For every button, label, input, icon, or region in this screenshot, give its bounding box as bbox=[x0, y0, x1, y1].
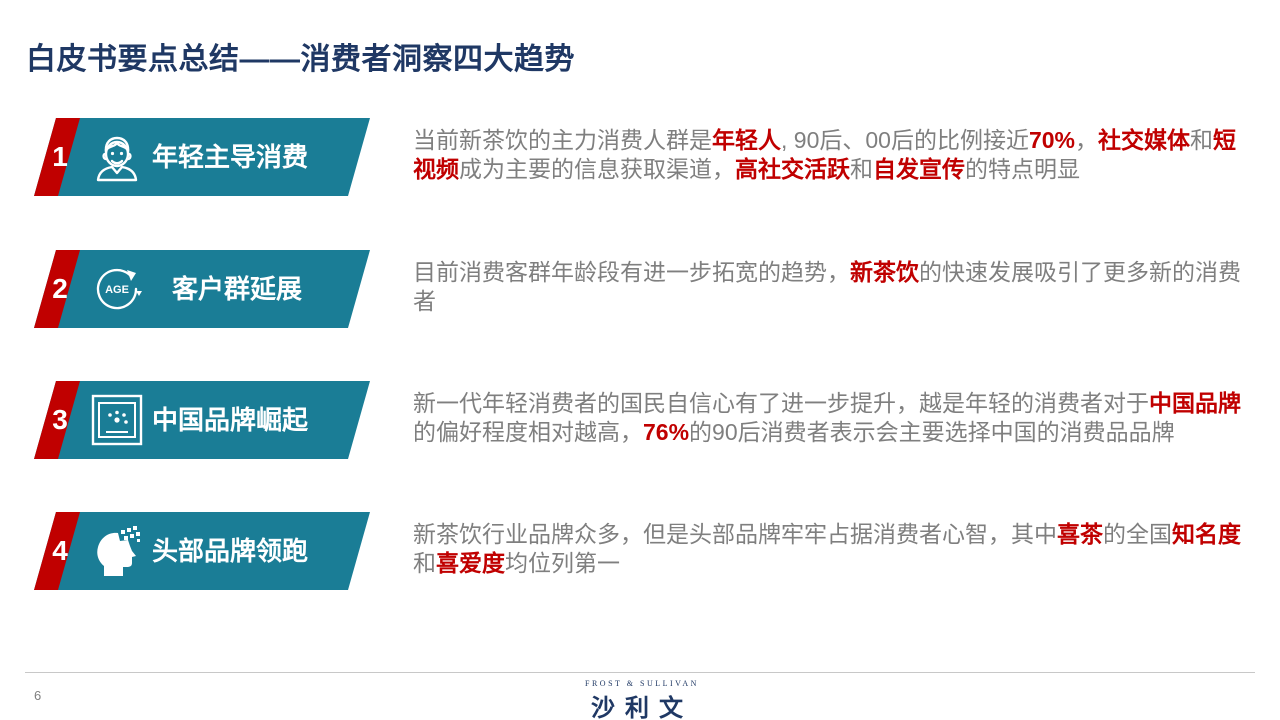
trend-description: 新茶饮行业品牌众多，但是头部品牌牢牢占据消费者心智，其中喜茶的全国知名度和喜爱度… bbox=[413, 520, 1243, 578]
highlight-text: 年轻人 bbox=[712, 127, 781, 153]
trend-banner: 2 AGE 客户群延展 bbox=[34, 250, 370, 328]
trend-number: 2 bbox=[52, 273, 68, 304]
description-text: , 90后、00后的比例接近 bbox=[781, 127, 1029, 153]
trend-number: 3 bbox=[52, 404, 68, 435]
description-text: 的偏好程度相对越高， bbox=[413, 419, 643, 445]
description-text: 新茶饮行业品牌众多，但是头部品牌牢牢占据消费者心智，其中 bbox=[413, 521, 1057, 547]
trend-row-4: 4 头部品牌领跑 新茶饮行业品牌众多，但是头部品牌牢牢占据消费者心智，其中喜茶的… bbox=[0, 512, 1280, 590]
highlight-text: 社交媒体 bbox=[1098, 127, 1190, 153]
highlight-text: 喜茶 bbox=[1057, 521, 1103, 547]
frost-sullivan-logo: FROST & SULLIVAN 沙利文 bbox=[572, 679, 712, 720]
footer-divider bbox=[25, 672, 1255, 673]
trend-description: 当前新茶饮的主力消费人群是年轻人, 90后、00后的比例接近70%，社交媒体和短… bbox=[413, 126, 1243, 184]
highlight-text: 中国品牌 bbox=[1149, 390, 1241, 416]
highlight-text: 喜爱度 bbox=[436, 550, 505, 576]
description-text: 新一代年轻消费者的国民自信心有了进一步提升，越是年轻的消费者对于 bbox=[413, 390, 1149, 416]
description-text: 当前新茶饮的主力消费人群是 bbox=[413, 127, 712, 153]
logo-english-text: FROST & SULLIVAN bbox=[585, 679, 699, 688]
description-text: 和 bbox=[413, 550, 436, 576]
highlight-text: 自发宣传 bbox=[873, 156, 965, 182]
head-mind-icon bbox=[90, 524, 144, 578]
young-person-icon bbox=[90, 130, 144, 184]
description-text: 和 bbox=[850, 156, 873, 182]
trend-description: 目前消费客群年龄段有进一步拓宽的趋势，新茶饮的快速发展吸引了更多新的消费者 bbox=[413, 258, 1243, 316]
trend-description: 新一代年轻消费者的国民自信心有了进一步提升，越是年轻的消费者对于中国品牌的偏好程… bbox=[413, 389, 1243, 447]
description-text: 均位列第一 bbox=[505, 550, 620, 576]
china-flag-icon bbox=[90, 393, 144, 447]
age-icon-text: AGE bbox=[105, 284, 129, 296]
age-cycle-icon: AGE bbox=[90, 262, 144, 316]
highlight-text: 知名度 bbox=[1172, 521, 1241, 547]
trend-number: 4 bbox=[52, 535, 68, 566]
description-text: 的特点明显 bbox=[965, 156, 1080, 182]
trend-number: 1 bbox=[52, 141, 68, 172]
trend-banner: 3 中国品牌崛起 bbox=[34, 381, 370, 459]
highlight-text: 高社交活跃 bbox=[735, 156, 850, 182]
trend-label: 客户群延展 bbox=[172, 274, 303, 304]
description-text: 的全国 bbox=[1103, 521, 1172, 547]
description-text: ， bbox=[1075, 127, 1098, 153]
description-text: 成为主要的信息获取渠道， bbox=[459, 156, 735, 182]
trend-row-1: 1 年轻主导消费 当前新茶饮的主力消费人群是年轻人, 90后、00后的比例接近7… bbox=[0, 118, 1280, 196]
trend-row-3: 3 中国品牌崛起 新一代年轻消费者的国民自信心有了进一步提升，越是年轻的消费者对… bbox=[0, 381, 1280, 459]
description-text: 目前消费客群年龄段有进一步拓宽的趋势， bbox=[413, 259, 850, 285]
trend-row-2: 2 AGE 客户群延展 目前消费客群年龄段有进一步拓宽的趋势，新茶饮的快速发展吸… bbox=[0, 250, 1280, 328]
description-text: 和 bbox=[1190, 127, 1213, 153]
page-number: 6 bbox=[34, 688, 42, 703]
trend-label: 年轻主导消费 bbox=[152, 142, 309, 172]
trend-label: 中国品牌崛起 bbox=[152, 405, 309, 435]
trend-banner: 4 头部品牌领跑 bbox=[34, 512, 370, 590]
logo-chinese-text: 沙利文 bbox=[591, 695, 693, 720]
highlight-text: 76% bbox=[643, 419, 690, 445]
highlight-text: 70% bbox=[1028, 127, 1075, 153]
trend-label: 头部品牌领跑 bbox=[152, 536, 309, 566]
highlight-text: 新茶饮 bbox=[850, 259, 919, 285]
page-title: 白皮书要点总结——消费者洞察四大趋势 bbox=[26, 43, 575, 76]
trend-banner: 1 年轻主导消费 bbox=[34, 118, 370, 196]
description-text: 的90后消费者表示会主要选择中国的消费品品牌 bbox=[689, 419, 1175, 445]
